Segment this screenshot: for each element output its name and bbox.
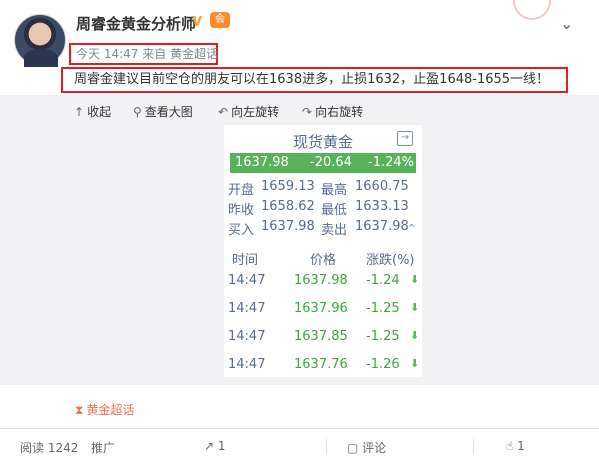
read-value: 1242	[47, 441, 79, 455]
chevron-down-icon[interactable]: ⌄	[560, 14, 573, 33]
comment-label: 评论	[362, 441, 387, 455]
rotate-right-button[interactable]: ↷ 向右旋转	[302, 103, 363, 120]
arrow-up-icon: ↑	[74, 105, 85, 119]
post-content: 周睿金建议目前空仓的朋友可以在1638进多，止损1632，止盈1648-1655…	[61, 67, 568, 93]
topic-label: 黄金超话	[86, 403, 135, 417]
price-change: -20.64	[310, 155, 352, 170]
arrow-down-icon: ⬇	[410, 301, 420, 314]
vip-badge-icon: 会	[210, 12, 230, 28]
col-time: 时间	[232, 253, 259, 268]
trade-row: 14:47 1637.98 -1.24 ⬇	[224, 273, 422, 293]
trade-change: -1.25	[366, 329, 400, 344]
current-price: 1637.98	[235, 155, 289, 170]
verified-badge-icon: V	[192, 15, 203, 30]
col-change: 涨跌(%)	[366, 253, 415, 268]
read-label: 阅读	[20, 441, 45, 455]
trade-change: -1.24	[366, 273, 400, 288]
post-source[interactable]: 黄金超话	[170, 47, 218, 61]
username[interactable]: 周睿金黄金分析师	[76, 13, 196, 34]
trade-change: -1.25	[366, 301, 400, 316]
topic-link[interactable]: ⧗ 黄金超话	[75, 401, 134, 418]
post-footer: 阅读 1242 推广 ↗ 1 ▢ 评论 ☝ 1	[0, 428, 599, 468]
collapse-button[interactable]: ↑ 收起	[74, 103, 111, 120]
high-value: 1660.75	[355, 179, 409, 194]
trade-price: 1637.98	[294, 273, 348, 288]
rotate-left-button[interactable]: ↶ 向左旋转	[218, 103, 279, 120]
repost-icon: ↗	[204, 439, 215, 453]
post-header: 周睿金黄金分析师 V 会 ⌄ 今天 14:47 来自 黄金超话 周睿金建议目前空…	[0, 0, 599, 95]
topic-icon: ⧗	[75, 403, 84, 417]
stamp-icon	[513, 0, 551, 20]
share-icon[interactable]: →	[397, 131, 413, 146]
sell-label: 卖出	[321, 223, 348, 238]
repost-count: 1	[217, 439, 226, 453]
low-label: 最低	[321, 203, 348, 218]
trade-row: 14:47 1637.76 -1.26 ⬇	[224, 357, 422, 377]
price-change-pct: -1.24%	[368, 155, 414, 170]
rotate-right-label: 向右旋转	[315, 105, 364, 119]
low-value: 1633.13	[355, 199, 409, 214]
source-prefix: 来自	[142, 47, 167, 61]
post-time[interactable]: 今天 14:47	[76, 47, 138, 61]
arrow-down-icon: ⬇	[410, 329, 420, 342]
like-button[interactable]: ☝ 1	[506, 439, 525, 453]
comment-icon: ▢	[347, 441, 359, 455]
trade-time: 14:47	[228, 329, 266, 344]
price-bar: 1637.98 -20.64 -1.24%	[230, 153, 416, 173]
open-value: 1659.13	[261, 179, 315, 194]
post-meta: 今天 14:47 来自 黄金超话	[69, 43, 218, 65]
caret-up-icon[interactable]: ⌃	[407, 222, 416, 235]
sell-value: 1637.98	[355, 219, 409, 234]
collapse-label: 收起	[87, 105, 112, 119]
trade-row: 14:47 1637.96 -1.25 ⬇	[224, 301, 422, 321]
media-toolbar: ↑ 收起 ⚲ 查看大图 ↶ 向左旋转 ↷ 向右旋转	[0, 95, 599, 125]
promote-button[interactable]: 推广	[91, 439, 115, 456]
col-price: 价格	[310, 253, 337, 268]
trade-change: -1.26	[366, 357, 400, 372]
buy-value: 1637.98	[261, 219, 315, 234]
divider	[473, 439, 474, 455]
comment-button[interactable]: ▢ 评论	[347, 439, 386, 456]
prev-close-value: 1658.62	[261, 199, 315, 214]
repost-button[interactable]: ↗ 1	[204, 439, 226, 453]
trade-time: 14:47	[228, 273, 266, 288]
divider	[326, 439, 327, 455]
quote-title: 现货黄金	[292, 133, 353, 151]
arrow-down-icon: ⬇	[410, 273, 420, 286]
trade-time: 14:47	[228, 357, 266, 372]
read-count: 阅读 1242	[20, 439, 78, 456]
view-large-button[interactable]: ⚲ 查看大图	[133, 103, 193, 120]
rotate-left-label: 向左旋转	[231, 105, 280, 119]
high-label: 最高	[321, 183, 348, 198]
view-large-label: 查看大图	[144, 105, 193, 119]
buy-label: 买入	[228, 223, 255, 238]
trade-price: 1637.76	[294, 357, 348, 372]
trade-price: 1637.85	[294, 329, 348, 344]
avatar[interactable]	[14, 14, 66, 67]
prev-close-label: 昨收	[228, 203, 255, 218]
quote-card[interactable]: 现货黄金 → 1637.98 -20.64 -1.24% 开盘 1659.13 …	[224, 125, 422, 377]
trade-row: 14:47 1637.85 -1.25 ⬇	[224, 329, 422, 349]
media-area: ↑ 收起 ⚲ 查看大图 ↶ 向左旋转 ↷ 向右旋转 现货黄金 → 1637.98 -20…	[0, 95, 599, 385]
rotate-right-icon: ↷	[302, 105, 313, 119]
trade-price: 1637.96	[294, 301, 348, 316]
like-icon: ☝	[506, 439, 514, 453]
arrow-down-icon: ⬇	[410, 357, 420, 370]
open-label: 开盘	[228, 183, 255, 198]
search-icon: ⚲	[133, 105, 142, 119]
like-count: 1	[517, 439, 525, 453]
rotate-left-icon: ↶	[218, 105, 229, 119]
trade-time: 14:47	[228, 301, 266, 316]
